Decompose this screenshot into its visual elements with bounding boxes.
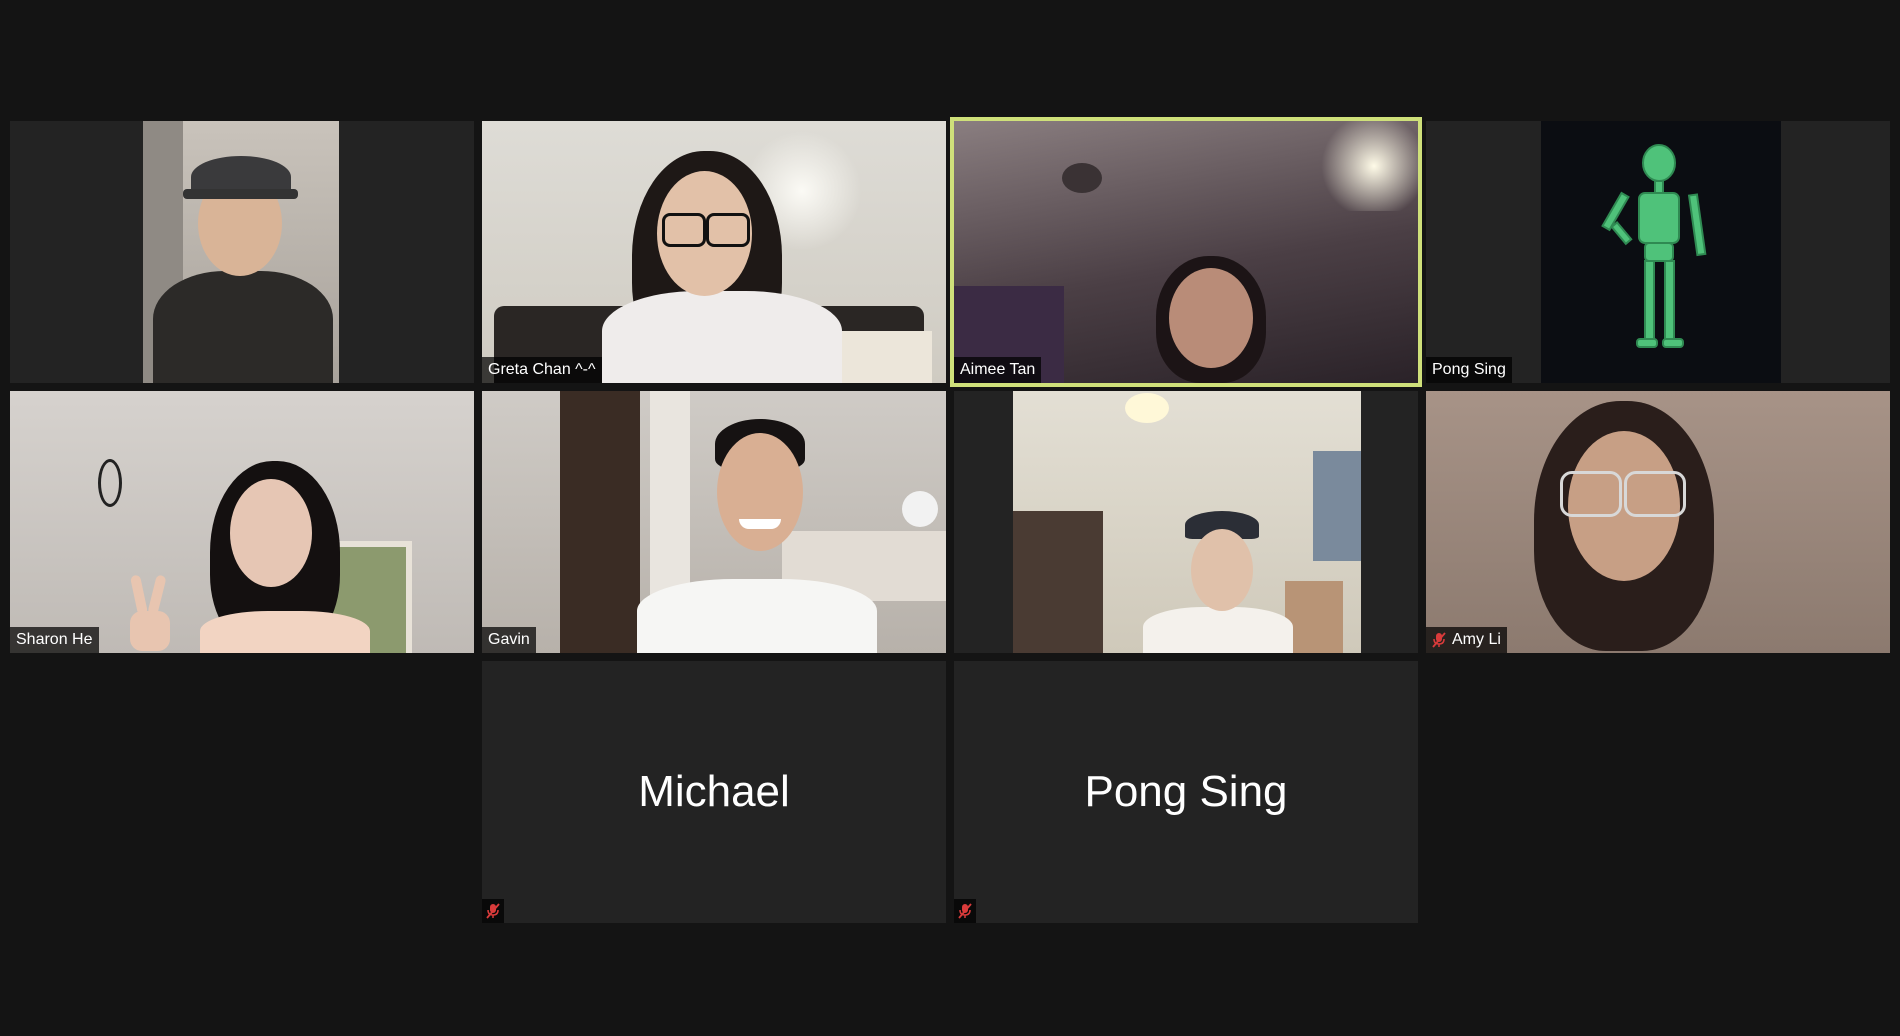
participant-name: Amy Li	[1452, 631, 1501, 648]
participant-name-label: Sharon He	[10, 627, 99, 653]
muted-microphone-icon	[958, 903, 972, 919]
mute-indicator	[954, 899, 976, 923]
muted-microphone-icon	[486, 903, 500, 919]
participant-name-placeholder: Michael	[638, 767, 790, 816]
participant-figure	[1114, 256, 1314, 383]
participant-tile-amy[interactable]: Amy Li	[1426, 391, 1890, 653]
participant-figure	[1506, 391, 1746, 653]
participant-name-label: Greta Chan ^-^	[482, 357, 602, 383]
participant-tile-gavin[interactable]: Gavin	[482, 391, 946, 653]
participant-name-placeholder: Pong Sing	[1084, 767, 1288, 816]
participant-tile-michael[interactable]: Michael	[482, 661, 946, 923]
participant-tile-aimee[interactable]: Aimee Tan	[950, 117, 1422, 387]
skeleton-image	[1601, 144, 1707, 348]
participant-name: Sharon He	[16, 631, 93, 648]
video-gallery: Greta Chan ^-^ Aimee Tan Pong Sing Sharo…	[0, 0, 1900, 1036]
participant-name: Greta Chan ^-^	[488, 361, 596, 378]
participant-figure	[637, 419, 877, 653]
participant-name: Gavin	[488, 631, 530, 648]
participant-video	[1426, 391, 1890, 653]
participant-tile-7[interactable]	[954, 391, 1418, 653]
participant-video	[482, 121, 946, 383]
participant-figure	[602, 151, 842, 383]
participant-name-label: Pong Sing	[1426, 357, 1512, 383]
participant-tile-sharon[interactable]: Sharon He	[10, 391, 474, 653]
participant-video	[1013, 391, 1361, 653]
participant-name-label: Amy Li	[1426, 627, 1507, 653]
participant-tile-pong-sing-video[interactable]: Pong Sing	[1426, 121, 1890, 383]
participant-tile-greta[interactable]: Greta Chan ^-^	[482, 121, 946, 383]
participant-tile-pong-sing-audio[interactable]: Pong Sing	[954, 661, 1418, 923]
participant-name-label: Gavin	[482, 627, 536, 653]
participant-video	[482, 391, 946, 653]
participant-video	[143, 121, 339, 383]
participant-name-label: Aimee Tan	[954, 357, 1042, 383]
participant-name: Aimee Tan	[960, 361, 1036, 378]
participant-video	[1541, 121, 1781, 383]
muted-microphone-icon	[1432, 632, 1446, 648]
participant-figure	[1143, 511, 1293, 653]
participant-name: Pong Sing	[1432, 361, 1506, 378]
participant-figure	[190, 461, 380, 653]
peace-hand	[130, 575, 170, 651]
mute-indicator	[482, 899, 504, 923]
participant-video	[954, 121, 1418, 383]
participant-video	[10, 391, 474, 653]
participant-figure	[143, 121, 339, 383]
participant-tile-1[interactable]	[10, 121, 474, 383]
